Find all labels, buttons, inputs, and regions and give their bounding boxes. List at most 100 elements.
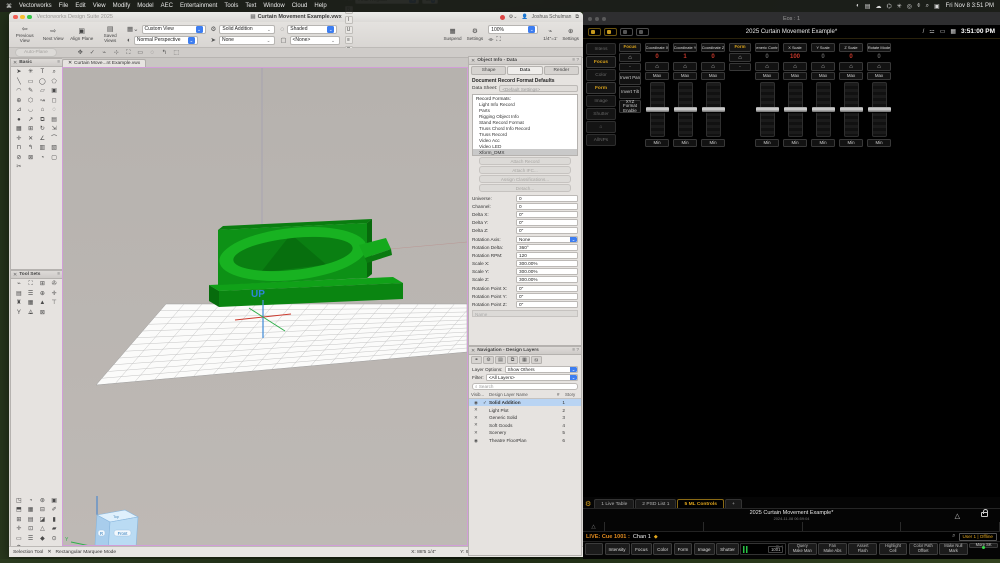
min-button[interactable]: Min [839,139,863,147]
zoom-button[interactable] [27,15,32,20]
status-bar-icon[interactable]: ◐ [856,3,860,9]
min-button[interactable]: Min [645,139,669,147]
field-input[interactable]: 0 [516,195,578,202]
tool-icon[interactable]: ✂ [13,163,25,171]
record-action-button[interactable]: Assign Classifications... [479,175,571,183]
visibility-icon[interactable]: ◉ [471,438,481,444]
parameter-fader[interactable] [706,82,721,137]
toolset-icon[interactable]: ⌁ [13,280,25,288]
menu-item[interactable]: File [59,3,69,9]
tool-icon[interactable]: ◯ [37,78,49,86]
tool-icon[interactable]: ↗ [25,116,37,124]
softkey-button[interactable]: Query Make Man [788,543,817,555]
home-icon[interactable]: ⌂ [783,62,807,71]
toolset-icon[interactable]: ⟁ [25,309,37,317]
toolset-dock-icon[interactable]: ☰ [25,535,37,543]
design-layer-row[interactable]: ✕ Scenery 5 [469,429,581,437]
min-button[interactable]: Min [867,139,891,147]
min-button[interactable]: Min [783,139,807,147]
field-input[interactable]: 300.00% [516,276,578,283]
lock-icon[interactable] [981,512,988,517]
object-info-tab[interactable]: Shape [471,66,506,75]
parameter-category-button[interactable]: Intens [586,43,616,55]
workspace-tab[interactable]: 5 ML Controls [677,499,724,508]
nav-view-button[interactable]: ▤Saved Views [98,26,121,44]
text-format-button[interactable]: U [345,26,353,34]
parameter-fader[interactable] [678,82,693,137]
tool-icon[interactable]: ⊘ [13,154,25,162]
parameter-fader[interactable] [788,82,803,137]
fader-handle[interactable] [702,107,725,112]
field-input[interactable]: 300.00% [516,260,578,267]
solid-op-icon[interactable]: ⚙ [211,25,217,33]
tool-icon[interactable]: ● [13,116,25,124]
projection-icon[interactable]: ◐ [127,37,131,44]
parameter-fader[interactable] [872,82,887,137]
visibility-icon[interactable]: ✕ [471,430,481,436]
workspace-tab[interactable]: 1 Live Table [594,499,634,508]
field-input[interactable]: 0" [516,219,578,226]
toolset-dock-icon[interactable]: ⊛ [37,497,49,505]
auto-plane-button[interactable]: Auto-Plane [15,48,57,57]
tool-icon[interactable]: ✳ [25,68,37,76]
min-button[interactable]: Min [811,139,835,147]
close-button[interactable] [588,17,592,21]
softkey-button[interactable]: Highlight Cell [879,543,908,555]
visibility-icon[interactable]: ✕ [471,407,481,413]
nav-layers-icon[interactable]: ⚙ [483,356,494,364]
tool-icon[interactable]: ⊿ [13,106,25,114]
softkey-button[interactable]: Color Path Offset [909,543,938,555]
visibility-icon[interactable]: ✕ [471,422,481,428]
record-action-button[interactable]: Detach... [479,184,571,192]
command-line[interactable]: LIVE: Cue 1001 : Chan 1 ◆ ⌕ User 1 | Off… [583,532,1000,542]
home-icon[interactable]: ⌂ [619,53,641,62]
parameter-palette-button[interactable]: Form [674,543,693,555]
fader-handle[interactable] [784,107,807,112]
tool-icon[interactable]: ➤ [13,68,25,76]
fader-handle[interactable] [812,107,835,112]
projection-dropdown[interactable]: Normal Perspective⌄ [134,36,198,45]
design-layer-row[interactable]: ✕ Light Plot 2 [469,406,581,414]
toolset-dock-icon[interactable]: ▭ [13,535,25,543]
mode-icon[interactable]: ◌ [148,49,157,57]
nav-saved-views-icon[interactable]: ▦ [519,356,530,364]
workspace-tab[interactable]: + [725,499,742,508]
max-button[interactable]: Max [867,72,891,80]
nav-sheets-icon[interactable]: ▤ [495,356,506,364]
search-input[interactable]: ⌕ Search [472,383,578,390]
mode-icon[interactable]: ✓ [88,49,97,57]
nav-classes-icon[interactable]: ⚭ [471,356,482,364]
close-icon[interactable]: ✕ [471,348,475,354]
tool-icon[interactable]: ▭ [25,78,37,86]
design-layer-row[interactable]: ✕ Generic Solid 3 [469,414,581,422]
text-format-button[interactable]: ≡ [345,36,353,44]
parameter-palette-button[interactable]: Shutter [716,543,739,555]
tool-icon[interactable]: ▧ [48,144,60,152]
fader-handle[interactable] [840,107,863,112]
palette-menu-icon[interactable]: ≡ [57,272,60,277]
tool-icon[interactable]: ▤ [48,116,60,124]
toolset-dock-icon[interactable]: △ [37,525,49,533]
menu-item[interactable]: AEC [161,3,173,9]
parameter-fader[interactable] [844,82,859,137]
settings2-button[interactable]: ⊕Settings [562,28,579,40]
min-button[interactable]: Min [701,139,725,147]
menu-item[interactable]: Help [314,3,326,9]
field-input[interactable]: 0" [516,211,578,218]
flyover-icon[interactable]: ⌯ [488,36,493,44]
menu-item[interactable]: Entertainment [180,3,217,9]
tool-icon[interactable]: ◌ [48,106,60,114]
toolset-icon[interactable]: Y [13,309,25,317]
toolset-dock-icon[interactable]: ▦ [25,506,37,514]
nav-view-button[interactable]: ▣Align Plane [70,28,93,41]
tool-icon[interactable]: ▣ [48,87,60,95]
toolset-dock-icon[interactable]: ⊡ [25,525,37,533]
palette-menu-icon[interactable]: ≡ ? [572,348,579,353]
fader-handle[interactable] [646,107,669,112]
softkey-blank[interactable] [585,543,603,555]
max-button[interactable]: Max [701,72,725,80]
toolset-icon[interactable]: ☰ [25,290,37,298]
fader-page-icon[interactable]: ⚍ [929,28,934,35]
menu-item[interactable]: Cloud [292,3,308,9]
toolset-dock-icon[interactable]: ▰ [48,525,60,533]
